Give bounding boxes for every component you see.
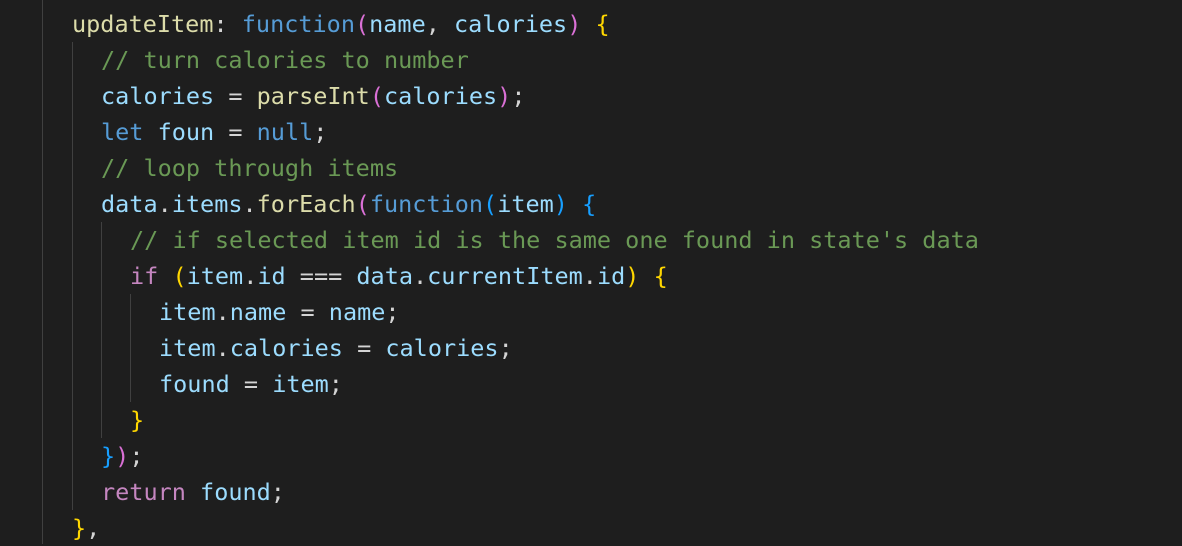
code-token: = [286, 298, 329, 326]
code-token: } [130, 406, 145, 434]
code-token: name [328, 298, 386, 326]
code-token: foun [157, 118, 215, 146]
code-token: calories [101, 82, 215, 110]
code-token: name [229, 298, 287, 326]
code-token: // turn calories to number [101, 46, 469, 74]
code-token: . [215, 298, 230, 326]
code-token: , [86, 514, 101, 542]
code-token: item [159, 298, 216, 326]
code-token: calories [454, 10, 568, 38]
code-token: ( [354, 10, 370, 38]
code-token: currentItem [427, 262, 583, 290]
code-token: ) [115, 442, 130, 470]
code-token: = [229, 370, 273, 398]
code-line[interactable]: if (item.id === data.currentItem.id) { [130, 258, 668, 294]
code-token: null [256, 118, 314, 146]
code-token: ; [129, 442, 144, 470]
code-token: ) [497, 82, 512, 110]
code-token: name [369, 10, 426, 38]
indent-guide [42, 0, 43, 544]
code-token: ) [567, 10, 582, 38]
code-token: ; [328, 370, 343, 398]
code-line[interactable]: // turn calories to number [101, 42, 469, 78]
code-token: ( [483, 190, 498, 218]
code-token: { [653, 262, 668, 290]
code-token: . [157, 190, 172, 218]
indent-guide [72, 42, 73, 510]
code-token: calories [385, 334, 499, 362]
code-token: : [213, 10, 242, 38]
code-token: === [285, 262, 357, 290]
code-token: , [425, 10, 455, 38]
code-token: items [171, 190, 243, 218]
code-token: ; [511, 82, 526, 110]
code-token: function [241, 10, 355, 38]
code-line[interactable]: } [130, 402, 144, 438]
code-token: item [159, 334, 216, 362]
code-line[interactable]: updateItem: function(name, calories) { [72, 6, 610, 42]
code-token: ( [355, 190, 370, 218]
code-token: ; [385, 298, 400, 326]
code-token: calories [383, 82, 498, 110]
code-token: . [242, 190, 257, 218]
code-token: updateItem [72, 10, 214, 38]
code-token: parseInt [256, 82, 370, 110]
code-token: ( [172, 262, 187, 290]
code-token: let [101, 118, 144, 146]
code-token: . [215, 334, 230, 362]
code-token: data [356, 262, 413, 290]
code-token: { [582, 190, 597, 218]
code-token: ) [625, 262, 640, 290]
code-token: return [101, 478, 186, 506]
code-token: // loop through items [101, 154, 399, 182]
code-token: } [72, 514, 87, 542]
code-token: = [214, 118, 257, 146]
code-token: ; [498, 334, 513, 362]
code-editor[interactable]: updateItem: function(name, calories) {//… [0, 0, 1182, 544]
code-token: ( [369, 82, 384, 110]
code-token: // if selected item id is the same one f… [130, 226, 979, 254]
code-line[interactable]: }); [101, 438, 143, 474]
code-token: ) [553, 190, 568, 218]
code-token: data [101, 190, 158, 218]
code-token: found [200, 478, 271, 506]
code-line[interactable]: return found; [101, 474, 285, 510]
code-token: ; [270, 478, 285, 506]
code-token: item [272, 370, 329, 398]
code-line[interactable]: }, [72, 510, 100, 546]
code-token: . [243, 262, 258, 290]
code-token: function [369, 190, 484, 218]
code-token: found [159, 370, 230, 398]
code-token: { [595, 10, 610, 38]
code-line[interactable]: item.calories = calories; [159, 330, 513, 366]
code-token: = [214, 82, 257, 110]
code-token: . [582, 262, 597, 290]
code-token: calories [229, 334, 343, 362]
code-line[interactable]: found = item; [159, 366, 343, 402]
code-token: if [130, 262, 159, 290]
code-line[interactable]: // loop through items [101, 150, 398, 186]
code-token: id [596, 262, 626, 290]
code-token: . [413, 262, 428, 290]
code-token: ; [313, 118, 328, 146]
code-line[interactable]: // if selected item id is the same one f… [130, 222, 979, 258]
code-token: item [497, 190, 554, 218]
code-line[interactable]: calories = parseInt(calories); [101, 78, 525, 114]
code-token: forEach [256, 190, 356, 218]
code-token: item [186, 262, 244, 290]
code-token: = [342, 334, 386, 362]
code-line[interactable]: data.items.forEach(function(item) { [101, 186, 596, 222]
code-token: id [257, 262, 286, 290]
code-line[interactable]: let foun = null; [101, 114, 327, 150]
indent-guide [130, 294, 131, 402]
indent-guide [101, 222, 102, 438]
code-line[interactable]: item.name = name; [159, 294, 400, 330]
code-token: } [101, 442, 116, 470]
